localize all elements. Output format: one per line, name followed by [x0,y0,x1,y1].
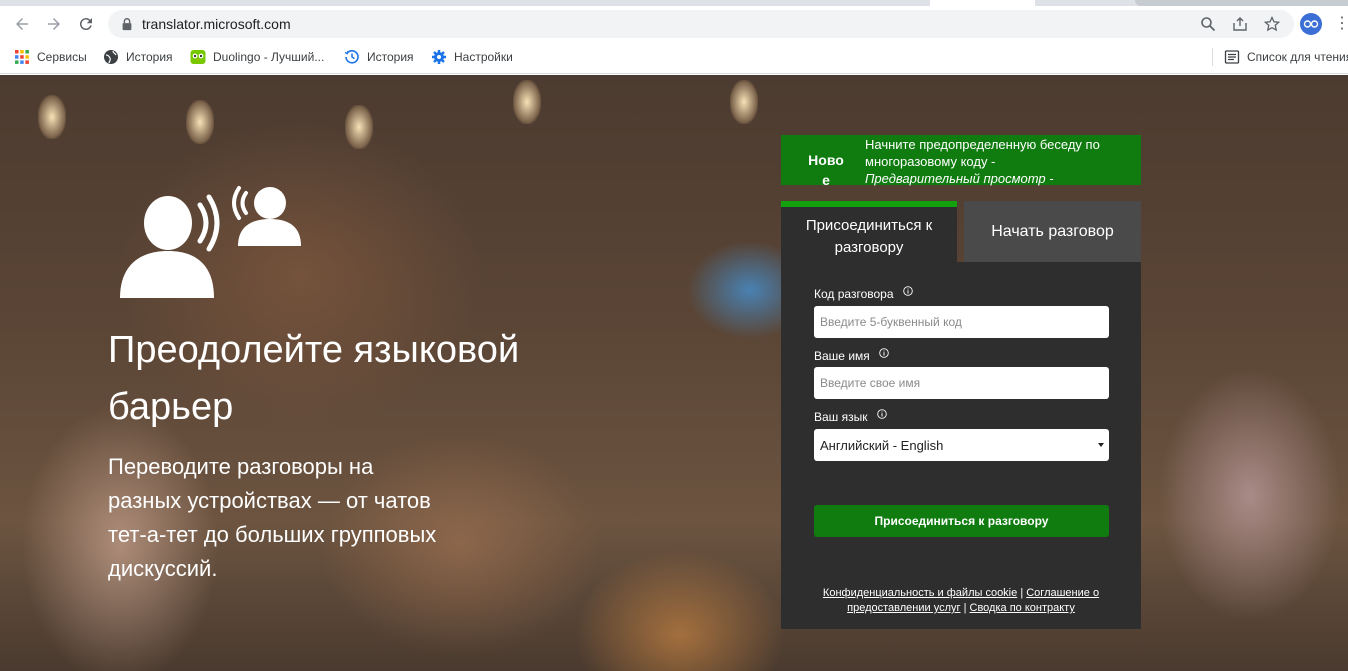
language-field-label: Ваш язык [814,409,887,424]
language-label-text: Ваш язык [814,410,868,424]
tab-join-conversation[interactable]: Присоединиться к разговору [781,201,957,263]
footer-links: Конфиденциальность и файлы cookie | Согл… [801,586,1121,616]
globe-icon [104,50,118,64]
history-clock-icon [344,50,359,64]
bookmark-label: Настройки [454,50,513,64]
bookmark-star-icon[interactable] [1264,16,1280,32]
bookmark-history-2[interactable]: История [344,48,414,66]
address-bar[interactable]: translator.microsoft.com [108,10,1294,38]
bookmark-history[interactable]: История [103,48,173,66]
info-icon[interactable] [879,348,889,358]
profile-avatar[interactable] [1300,13,1322,35]
banner-text: Начните предопределенную беседу по много… [865,136,1137,187]
conversation-code-input[interactable] [814,306,1109,338]
tab-start-conversation[interactable]: Начать разговор [964,201,1141,263]
new-feature-banner: Ново е Начните предопределенную беседу п… [781,135,1141,188]
bookmark-duolingo[interactable]: Duolingo - Лучший... [190,48,324,66]
browser-menu-icon[interactable]: ⋮ [1334,13,1348,35]
forward-icon[interactable] [43,13,65,35]
bookmark-label: История [126,50,173,64]
join-conversation-form: Код разговора Ваше имя Ваш язык Английск… [781,262,1141,629]
background-lamp [730,80,758,124]
bookmark-label: Сервисы [37,50,87,64]
language-select[interactable]: Английский - English [814,429,1109,461]
info-icon[interactable] [877,409,887,419]
reading-list-icon [1224,50,1240,64]
bookmarks-bar: Сервисы История Duolingo - Лучший... Ист… [0,40,1348,74]
bookmark-label: Duolingo - Лучший... [213,50,325,64]
code-field-label: Код разговора [814,286,913,301]
contract-summary-link[interactable]: Сводка по контракту [970,602,1075,614]
name-label-text: Ваше имя [814,349,870,363]
zoom-icon[interactable] [1200,16,1216,32]
privacy-link[interactable]: Конфиденциальность и файлы cookie [823,587,1017,599]
conversation-people-icon [120,186,301,298]
join-conversation-button[interactable]: Присоединиться к разговору [814,505,1109,537]
share-icon[interactable] [1232,16,1248,32]
dropdown-caret-icon [1098,443,1104,447]
bookmark-label: История [367,50,414,64]
duolingo-owl-icon [190,50,206,64]
info-icon[interactable] [903,286,913,296]
banner-message: Начните предопределенную беседу по много… [865,137,1100,169]
reading-list-label: Список для чтения [1247,50,1348,64]
code-label-text: Код разговора [814,287,894,301]
link-separator: | [963,602,967,614]
conversation-tabs: Присоединиться к разговору Начать разгов… [781,201,1141,263]
name-field-label: Ваше имя [814,348,889,363]
reload-icon[interactable] [75,13,97,35]
bookmark-settings[interactable]: Настройки [431,48,513,66]
browser-toolbar: translator.microsoft.com ⋮ [0,6,1348,40]
back-icon[interactable] [11,13,33,35]
apps-grid-icon [15,50,29,64]
profile-glasses-icon [1303,20,1319,28]
background-lamp [345,105,373,149]
reading-list[interactable]: Список для чтения [1224,48,1348,66]
banner-preview-label: Предварительный просмотр - [865,171,1054,186]
name-input[interactable] [814,367,1109,399]
bookmarks-divider [1212,48,1213,66]
page-content: Преодолейте языковой барьер Переводите р… [0,75,1348,671]
hero-subtitle: Переводите разговоры на разных устройств… [108,454,437,581]
hero-title: Преодолейте языковой барьер [108,329,520,428]
bookmark-services[interactable]: Сервисы [14,48,87,66]
url-text[interactable]: translator.microsoft.com [142,16,291,32]
lock-icon[interactable] [120,17,134,31]
background-lamp [38,95,66,139]
gear-icon [432,50,446,64]
link-separator: | [1020,587,1024,599]
background-lamp [186,100,214,144]
language-selected-value: Английский - English [820,438,944,453]
new-badge: Ново е [808,152,844,188]
background-lamp [513,80,541,124]
